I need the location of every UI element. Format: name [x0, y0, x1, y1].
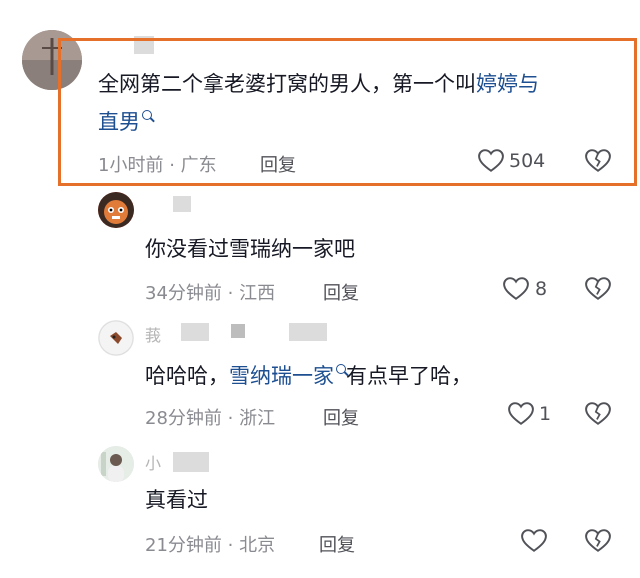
reply-button[interactable]: 回复	[323, 279, 359, 305]
username-blurred	[231, 324, 245, 338]
comment-time: 34分钟前	[145, 283, 222, 304]
comment-text: 真看过	[145, 488, 208, 512]
username-char[interactable]: 莪	[145, 322, 161, 346]
username-char[interactable]: 小	[145, 450, 161, 474]
comment-meta: 34分钟前 · 江西	[145, 279, 275, 305]
broken-heart-icon[interactable]	[585, 402, 611, 426]
username-blurred[interactable]	[181, 323, 209, 341]
search-keyword-link[interactable]: 雪纳瑞一家	[229, 364, 334, 388]
avatar[interactable]	[98, 320, 134, 356]
highlight-box	[58, 38, 637, 186]
meta-separator: ·	[227, 408, 234, 429]
like-count: 8	[535, 278, 548, 300]
reply-button[interactable]: 回复	[319, 531, 355, 557]
comment-text: 你没看过雪瑞纳一家吧	[145, 237, 355, 261]
meta-separator: ·	[227, 535, 234, 556]
avatar[interactable]	[98, 192, 134, 228]
comment-time: 28分钟前	[145, 408, 222, 429]
comment-text: 哈哈哈，雪纳瑞一家 有点早了哈，	[145, 358, 472, 394]
username-blurred[interactable]	[173, 452, 209, 472]
comment-location: 浙江	[239, 408, 276, 429]
comment-location: 北京	[239, 535, 276, 556]
comment-location: 江西	[239, 283, 276, 304]
avatar[interactable]	[98, 446, 134, 482]
meta-separator: ·	[227, 283, 234, 304]
heart-outline-icon[interactable]	[503, 277, 529, 301]
comment-meta: 21分钟前 · 北京	[145, 531, 275, 557]
username-blurred	[289, 323, 327, 341]
username-blurred[interactable]	[173, 196, 191, 212]
comment-meta: 28分钟前 · 浙江	[145, 404, 275, 430]
reply-button[interactable]: 回复	[323, 404, 359, 430]
broken-heart-icon[interactable]	[585, 277, 611, 301]
comment-text-part: 有点早了哈，	[346, 364, 472, 388]
comment-time: 21分钟前	[145, 535, 222, 556]
heart-outline-icon[interactable]	[521, 529, 547, 553]
search-icon[interactable]	[336, 364, 346, 374]
broken-heart-icon[interactable]	[585, 529, 611, 553]
like-count: 1	[539, 403, 552, 425]
heart-outline-icon[interactable]	[508, 402, 534, 426]
comment-text-part: 哈哈哈，	[145, 364, 229, 388]
